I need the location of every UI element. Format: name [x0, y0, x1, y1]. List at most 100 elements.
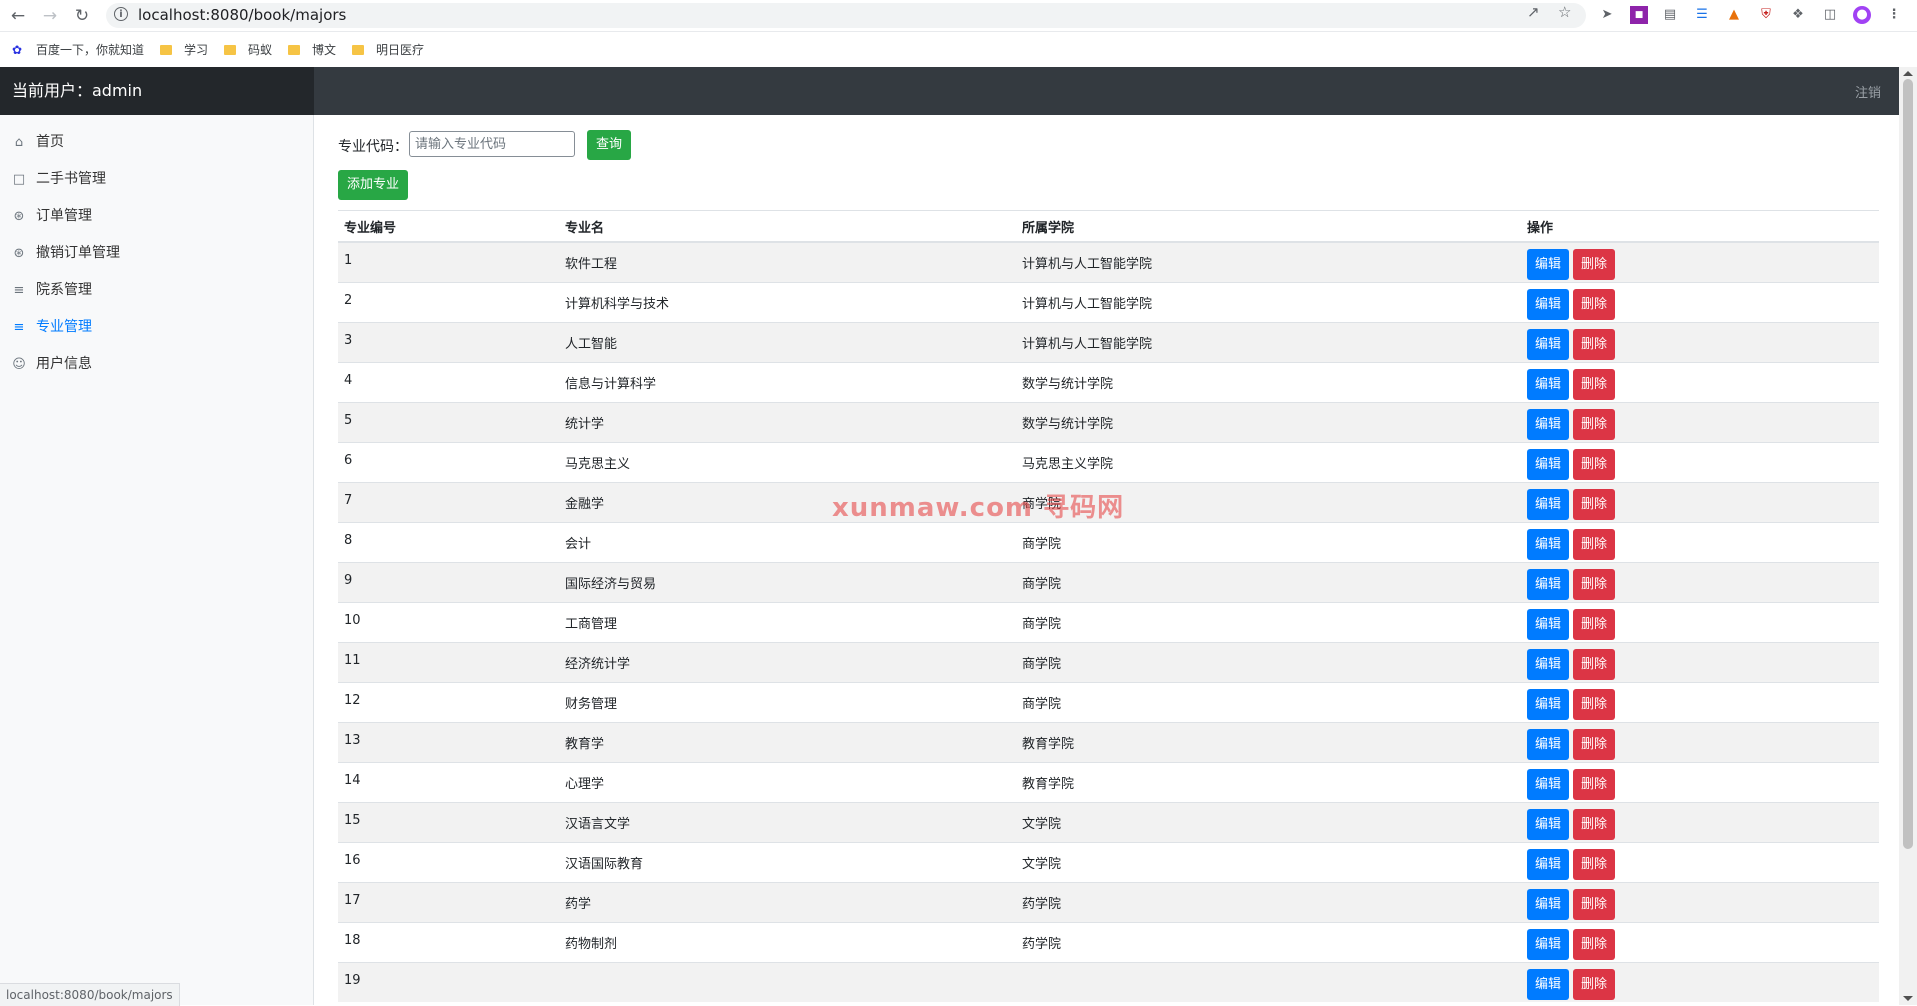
status-bar-url: localhost:8080/book/majors [0, 983, 180, 1006]
folder-icon [288, 45, 300, 55]
edit-button[interactable]: 编辑 [1527, 249, 1570, 280]
forward-arrow-icon[interactable]: → [38, 4, 62, 28]
edit-button[interactable]: 编辑 [1527, 368, 1570, 400]
delete-button[interactable]: 删除 [1573, 488, 1616, 520]
cell-college: 文学院 [1016, 841, 1521, 882]
cell-college: 药学院 [1016, 881, 1521, 922]
major-id: 9 [344, 572, 353, 588]
table-row: 2 计算机科学与技术 计算机与人工智能学院 编辑 删除 [338, 281, 1879, 322]
edit-button[interactable]: 编辑 [1527, 848, 1570, 880]
cell-name: 药物制剂 [559, 921, 1016, 962]
query-button[interactable]: 查询 [587, 130, 632, 160]
site-info-icon[interactable]: i [114, 7, 128, 21]
table-row: 5 统计学 数学与统计学院 编辑 删除 [338, 401, 1879, 442]
edit-button[interactable]: 编辑 [1527, 928, 1570, 960]
delete-button[interactable]: 删除 [1573, 648, 1616, 680]
major-college: 教育学院 [1022, 776, 1075, 792]
edit-button[interactable]: 编辑 [1527, 968, 1570, 1000]
share-icon[interactable]: ↗ [1527, 3, 1540, 21]
sidebar-item-users[interactable]: ☺ 用户信息 [12, 353, 92, 375]
scrollbar-thumb[interactable] [1903, 79, 1913, 849]
home-icon: ⌂ [14, 135, 24, 150]
edit-button[interactable]: 编辑 [1527, 608, 1570, 640]
extension-cursor-icon[interactable]: ➤ [1598, 6, 1616, 24]
folder-icon [224, 45, 236, 55]
edit-button[interactable]: 编辑 [1527, 688, 1570, 720]
edit-button[interactable]: 编辑 [1527, 448, 1570, 480]
delete-button[interactable]: 删除 [1573, 328, 1616, 360]
cell-name: 信息与计算科学 [559, 361, 1016, 402]
more-menu-icon[interactable]: ⋮ [1885, 6, 1903, 24]
delete-button[interactable]: 删除 [1573, 608, 1616, 640]
edit-button[interactable]: 编辑 [1527, 768, 1570, 800]
logout-link[interactable]: 注销 [1855, 82, 1881, 101]
delete-button[interactable]: 删除 [1573, 408, 1616, 440]
bookmark-folder[interactable]: 码蚁 [224, 41, 272, 58]
bookmark-folder[interactable]: 明日医疗 [352, 41, 424, 58]
delete-button[interactable]: 删除 [1573, 888, 1616, 920]
extension-purple-icon[interactable]: ■ [1630, 6, 1648, 24]
delete-button[interactable]: 删除 [1573, 568, 1616, 600]
sidebar-item-majors[interactable]: ≡ 专业管理 [12, 316, 92, 338]
delete-button[interactable]: 删除 [1573, 968, 1616, 1000]
delete-button[interactable]: 删除 [1573, 688, 1616, 720]
major-name: 国际经济与贸易 [565, 576, 657, 592]
delete-button[interactable]: 删除 [1573, 808, 1616, 840]
address-bar[interactable]: i localhost:8080/book/majors [106, 3, 1586, 28]
folder-icon [352, 45, 364, 55]
delete-button[interactable]: 删除 [1573, 928, 1616, 960]
bookmark-baidu[interactable]: ✿ 百度一下，你就知道 [12, 41, 144, 58]
bookmark-folder[interactable]: 学习 [160, 41, 208, 58]
cell-college: 计算机与人工智能学院 [1016, 241, 1521, 282]
edit-button[interactable]: 编辑 [1527, 528, 1570, 560]
sidebar-item-label: 二手书管理 [36, 171, 106, 187]
scroll-up-arrow-icon[interactable] [1903, 71, 1913, 76]
table-row: 18 药物制剂 药学院 编辑 删除 [338, 921, 1879, 962]
add-major-button[interactable]: 添加专业 [338, 170, 409, 200]
main-content: 专业代码： 查询 添加专业 专业编号 专业名 所属学院 操作 1软件工程计算机与… [314, 115, 1899, 1005]
reload-icon[interactable]: ↻ [70, 4, 94, 28]
major-code-search-input[interactable] [409, 131, 575, 157]
bookmark-folder[interactable]: 博文 [288, 41, 336, 58]
edit-button[interactable]: 编辑 [1527, 568, 1570, 600]
extensions-puzzle-icon[interactable]: ❖ [1789, 6, 1807, 24]
major-name: 经济统计学 [565, 656, 631, 672]
major-name: 软件工程 [565, 257, 618, 272]
edit-button[interactable]: 编辑 [1527, 408, 1570, 440]
side-panel-icon[interactable]: ◫ [1821, 6, 1839, 24]
sidebar-item-home[interactable]: ⌂ 首页 [12, 131, 64, 153]
edit-button[interactable]: 编辑 [1527, 648, 1570, 680]
edit-button[interactable]: 编辑 [1527, 888, 1570, 920]
major-college: 数学与统计学院 [1022, 416, 1114, 432]
bookmark-star-icon[interactable]: ☆ [1558, 3, 1571, 21]
delete-button[interactable]: 删除 [1573, 768, 1616, 800]
edit-button[interactable]: 编辑 [1527, 808, 1570, 840]
delete-button[interactable]: 删除 [1573, 368, 1616, 400]
delete-button[interactable]: 删除 [1573, 249, 1616, 280]
cell-college: 教育学院 [1016, 761, 1521, 802]
delete-button[interactable]: 删除 [1573, 288, 1616, 320]
edit-button[interactable]: 编辑 [1527, 728, 1570, 760]
sidebar-item-departments[interactable]: ≡ 院系管理 [12, 279, 92, 301]
extension-layers-icon[interactable]: ☰ [1693, 6, 1711, 24]
url-text[interactable]: localhost:8080/book/majors [138, 6, 346, 24]
extension-orange-icon[interactable]: ▲ [1725, 6, 1743, 24]
edit-button[interactable]: 编辑 [1527, 488, 1570, 520]
edit-button[interactable]: 编辑 [1527, 328, 1570, 360]
delete-button[interactable]: 删除 [1573, 728, 1616, 760]
back-arrow-icon[interactable]: ← [6, 4, 30, 28]
sidebar-item-orders[interactable]: ⊛ 订单管理 [12, 205, 92, 227]
sidebar-item-cancelled-orders[interactable]: ⊛ 撤销订单管理 [12, 242, 120, 264]
edit-button[interactable]: 编辑 [1527, 288, 1570, 320]
extension-store-icon[interactable]: ▤ [1661, 6, 1679, 24]
table-row: 6 马克思主义 马克思主义学院 编辑 删除 [338, 441, 1879, 482]
scroll-down-arrow-icon[interactable] [1903, 996, 1913, 1001]
delete-button[interactable]: 删除 [1573, 448, 1616, 480]
sidebar-item-books[interactable]: □ 二手书管理 [12, 168, 106, 190]
page-scrollbar[interactable] [1899, 67, 1917, 1005]
ublock-icon[interactable]: ⛨ [1757, 6, 1775, 24]
cell-name: 教育学 [559, 721, 1016, 762]
delete-button[interactable]: 删除 [1573, 848, 1616, 880]
delete-button[interactable]: 删除 [1573, 528, 1616, 560]
profile-avatar-icon[interactable]: ● [1853, 6, 1871, 24]
